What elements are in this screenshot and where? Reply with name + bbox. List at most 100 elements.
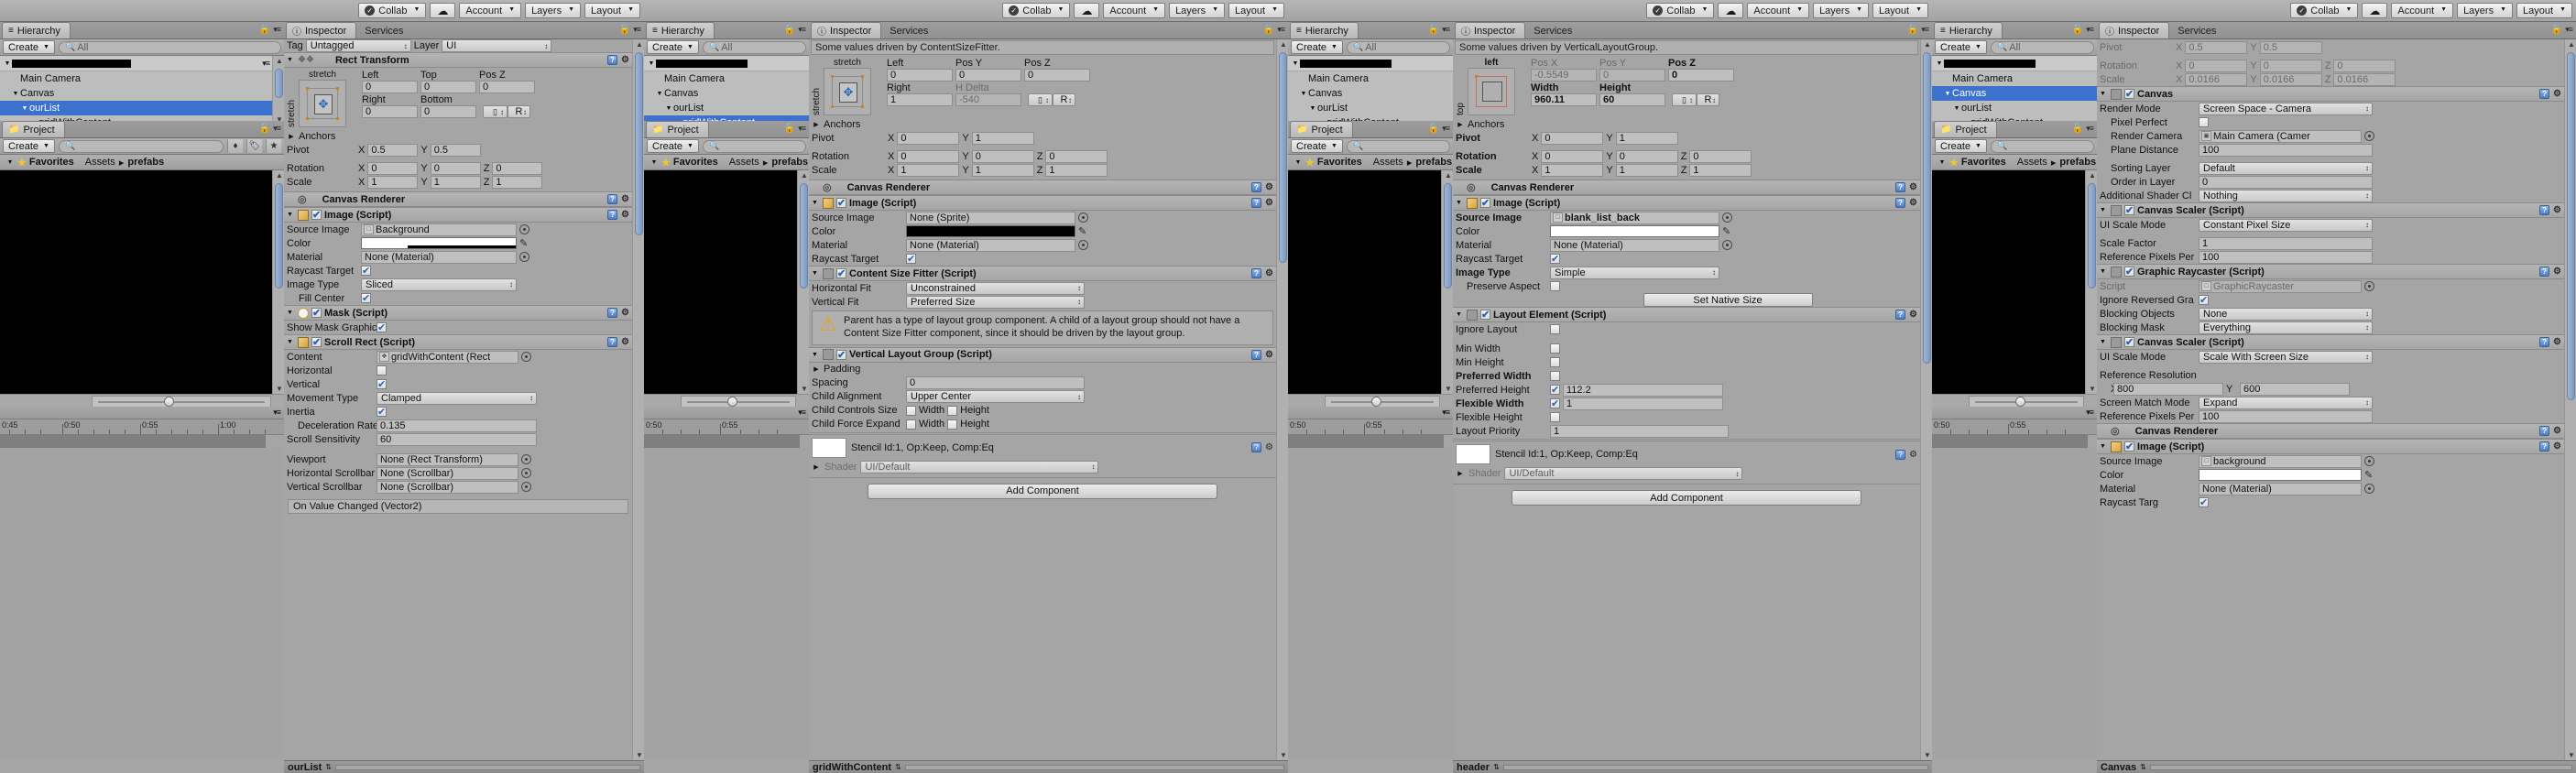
hierarchy-lock-menu[interactable]: 🔓 ▾≡ (259, 25, 281, 35)
hierarchy-search-input[interactable]: 🔍 All (702, 40, 806, 54)
layers-button[interactable]: Layers ▼ (2457, 3, 2514, 18)
resize-grip-icon[interactable]: ⇅ (1493, 763, 1500, 771)
rot-x-input[interactable]: 0 (1541, 149, 1604, 163)
hierarchy-item-canvas[interactable]: ▼ Canvas (1288, 86, 1453, 101)
chevron-down-icon[interactable]: ▼ (649, 159, 659, 166)
source-image-2-field[interactable]: □ background (2199, 454, 2362, 468)
lock-icon[interactable]: 🔓 (784, 124, 795, 134)
object-picker-icon[interactable] (521, 454, 531, 464)
hierarchy-item-ourlist[interactable]: ▼ ourList (1932, 101, 2097, 115)
rot-x-input[interactable]: 0 (897, 149, 960, 163)
lock-icon[interactable]: 🔓 (2551, 25, 2562, 35)
lock-icon[interactable]: 🔓 (1428, 124, 1439, 134)
top-input[interactable]: 0 (420, 81, 476, 93)
chevron-right-icon[interactable]: ▶ (812, 365, 821, 373)
scale-z-input[interactable]: 1 (1689, 163, 1752, 177)
reference-pixels-2-input[interactable]: 100 (2199, 409, 2373, 423)
min-height-checkbox[interactable] (1550, 357, 1560, 367)
scene-root-row[interactable]: ▼ (1932, 56, 2097, 71)
ignore-layout-checkbox[interactable] (1550, 324, 1560, 334)
project-search-input[interactable]: 🔍 (702, 139, 806, 153)
flexible-width-checkbox[interactable] (1550, 397, 1560, 409)
cloud-button[interactable]: ☁ (2362, 3, 2388, 18)
scale-y-input[interactable]: 1 (1615, 163, 1678, 177)
panel-menu-icon[interactable]: ▾≡ (273, 25, 281, 35)
right-input[interactable]: 1 (887, 93, 953, 106)
component-header-vertical-layout-group[interactable]: ▼ Vertical Layout Group (Script) ?⚙ (809, 346, 1276, 363)
render-mode-dropdown[interactable]: Screen Space - Camera (2199, 102, 2373, 115)
panel-menu-icon[interactable]: ▾≡ (2086, 124, 2094, 134)
breadcrumb-prefabs[interactable]: prefabs (127, 157, 164, 168)
breadcrumb-assets[interactable]: Assets (85, 157, 115, 168)
timeline-ruler[interactable]: 0:50 0:55 (1932, 419, 2097, 435)
min-width-checkbox[interactable] (1550, 343, 1560, 354)
pivot-x-input[interactable]: 0 (1541, 131, 1604, 145)
chevron-down-icon[interactable]: ▼ (647, 60, 656, 67)
panel-menu-icon[interactable]: ▾≡ (273, 408, 281, 418)
chevron-down-icon[interactable]: ▼ (11, 91, 20, 97)
slider-knob[interactable] (164, 396, 174, 407)
hierarchy-item-canvas[interactable]: ▼ Canvas (0, 86, 284, 101)
object-picker-icon[interactable] (521, 468, 531, 478)
collab-button[interactable]: ✓ Collab ▼ (2290, 3, 2359, 18)
hierarchy-scrollbar[interactable]: ▲ ▼ (272, 56, 284, 125)
tab-services[interactable]: Services (2171, 22, 2226, 38)
collab-button[interactable]: ✓ Collab ▼ (1646, 3, 1715, 18)
add-component-button[interactable]: Add Component (867, 483, 1218, 499)
help-icon[interactable]: ? (2539, 337, 2550, 347)
hierarchy-tree-4[interactable]: ▼ Main Camera ▼Canvas ▼ourList ▼gridWith… (1932, 56, 2097, 125)
object-picker-icon[interactable] (2364, 131, 2374, 141)
chevron-right-icon[interactable]: ▶ (1456, 470, 1465, 477)
pivot-y-input[interactable]: 1 (1615, 131, 1678, 145)
pixel-perfect-checkbox[interactable] (2199, 117, 2209, 127)
object-picker-icon[interactable] (1078, 240, 1088, 250)
gear-icon[interactable]: ⚙ (2553, 267, 2561, 277)
scroll-up-icon[interactable]: ▲ (636, 40, 643, 49)
chevron-down-icon[interactable]: ▼ (2100, 339, 2108, 345)
panel-menu-icon[interactable]: ▾≡ (1442, 124, 1450, 134)
render-camera-field[interactable]: ▣ Main Camera (Camer (2199, 129, 2362, 143)
panel-menu-icon[interactable]: ▾≡ (798, 25, 806, 35)
spacing-input[interactable]: 0 (906, 376, 1085, 389)
object-picker-icon[interactable] (1078, 212, 1088, 223)
project-asset-grid-4[interactable]: ▲ ▼ (1932, 170, 2097, 394)
pivot-y-input[interactable]: 1 (971, 131, 1034, 145)
scale-y-input[interactable]: 1 (971, 163, 1034, 177)
image2-enabled-checkbox[interactable] (2124, 441, 2134, 452)
timeline-track-row[interactable] (0, 435, 266, 448)
gear-icon[interactable]: ⚙ (1265, 442, 1273, 452)
anchors-foldout[interactable]: ▶ Anchors (284, 129, 632, 143)
component-header-graphic-raycaster[interactable]: ▼ Graphic Raycaster (Script) ?⚙ (2097, 264, 2564, 279)
chevron-down-icon[interactable]: ▼ (2100, 268, 2108, 275)
hierarchy-tree-3[interactable]: ▼ Main Camera ▼Canvas ▼ourList ▼gridWith… (1288, 56, 1453, 125)
object-picker-icon[interactable] (2364, 484, 2374, 494)
gear-icon[interactable]: ⚙ (621, 337, 629, 347)
scrollbar-thumb[interactable] (2567, 52, 2575, 400)
inspector-lock-menu[interactable]: 🔓 ▾≡ (2551, 25, 2573, 35)
project-scrollbar[interactable]: ▲ ▼ (1441, 170, 1453, 394)
hierarchy-item-main-camera[interactable]: Main Camera (0, 71, 284, 86)
breadcrumb-prefabs[interactable]: prefabs (1415, 157, 1452, 168)
ref-y-input[interactable]: 600 (2240, 382, 2350, 396)
cloud-button[interactable]: ☁ (430, 3, 456, 18)
project-scrollbar[interactable]: ▲ ▼ (272, 170, 284, 394)
scale-z-input[interactable]: 1 (1045, 163, 1108, 177)
help-icon[interactable]: ? (2539, 267, 2550, 277)
lock-icon[interactable]: 🔓 (259, 25, 270, 35)
help-icon[interactable]: ? (2539, 89, 2550, 99)
panel-menu-icon[interactable]: ▾≡ (1277, 25, 1285, 35)
chevron-down-icon[interactable]: ▼ (287, 339, 295, 345)
color-swatch[interactable] (906, 225, 1075, 237)
gear-icon[interactable]: ⚙ (2553, 337, 2561, 347)
gear-icon[interactable]: ⚙ (1909, 182, 1917, 192)
raycast-target-checkbox[interactable] (906, 253, 916, 265)
panel-menu-icon[interactable]: ▾≡ (2086, 25, 2094, 35)
component-header-rect-transform[interactable]: ▼ ❖❖ Rect Transform ? ⚙ (284, 52, 632, 68)
rot-x-input[interactable]: 0 (367, 161, 419, 175)
canvas-scaler-enabled-checkbox[interactable] (2124, 204, 2134, 216)
rot-y-input[interactable]: 0 (971, 149, 1034, 163)
component-header-image[interactable]: ▼ Image (Script) ?⚙ (809, 195, 1276, 211)
child-alignment-dropdown[interactable]: Upper Center (906, 390, 1085, 403)
resize-grip-icon[interactable]: ⇅ (325, 763, 332, 771)
preferred-height-checkbox[interactable] (1550, 384, 1560, 396)
